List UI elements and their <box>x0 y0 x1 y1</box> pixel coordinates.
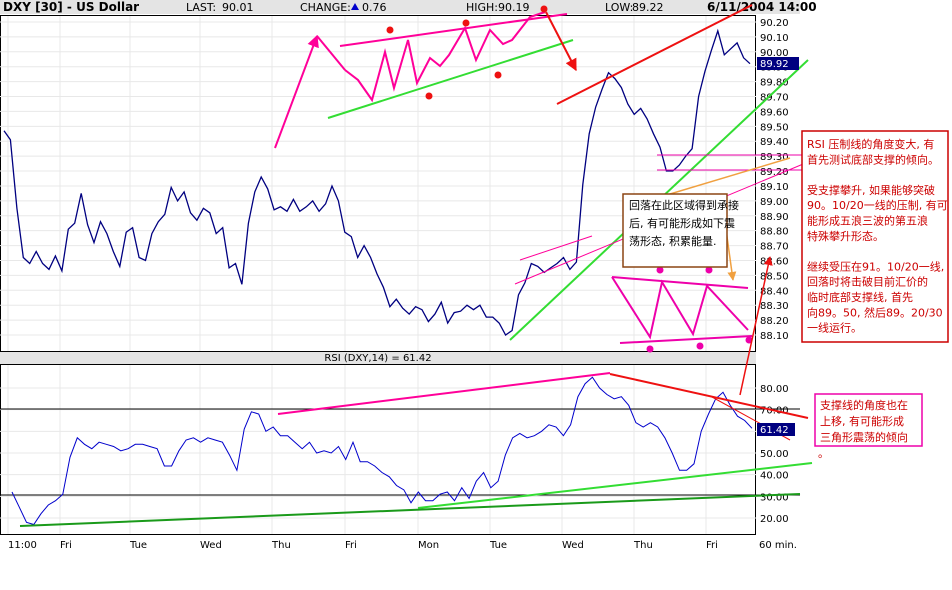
rsi-tick-label: 80.00 <box>760 384 789 395</box>
note-rsi: 支撑线的角度也在 上移, 有可能形成 三角形震荡的倾向 <box>814 393 923 447</box>
svg-text:89.92: 89.92 <box>760 59 789 70</box>
note-right: RSI 压制线的角度变大, 有首先测试底部支撑的倾向。受支撑攀升, 如果能够突破… <box>801 130 949 343</box>
magenta-dot <box>696 342 704 350</box>
header-high-value: 90.19 <box>498 1 530 14</box>
header-low-value: 89.22 <box>632 1 664 14</box>
svg-text:后, 有可能形成如下震: 后, 有可能形成如下震 <box>629 216 735 230</box>
x-tick-label: Fri <box>60 540 72 551</box>
price-current-tag: 89.92 <box>757 57 799 70</box>
price-tick-label: 88.90 <box>760 212 789 223</box>
price-tick-label: 89.00 <box>760 197 789 208</box>
note-center: 回落在此区域得到承接 后, 有可能形成如下震 荡形态, 积累能量. <box>622 193 739 268</box>
price-tick-label: 88.80 <box>760 227 789 238</box>
rsi-current-tag: 61.42 <box>757 423 795 436</box>
x-axis: 11:00 Fri Tue Wed Thu Fri Mon Tue Wed Thu Fri 60 mi… <box>8 540 797 551</box>
price-tick-label: 88.70 <box>760 242 789 253</box>
x-tick-label: Thu <box>633 540 653 551</box>
svg-text:支撑线的角度也在: 支撑线的角度也在 <box>820 398 908 412</box>
svg-text:回落在此区域得到承接: 回落在此区域得到承接 <box>629 199 739 212</box>
note-right-line: 向89。50, 然后89。20/30 <box>807 305 943 319</box>
price-tick-label: 89.60 <box>760 107 789 118</box>
dxy-chart: DXY [30] - US Dollar LAST: 90.01 CHANGE:… <box>0 0 949 551</box>
red-dot <box>386 26 394 34</box>
header-datetime: 6/11/2004 14:00 <box>707 0 817 14</box>
magenta-dot <box>646 345 654 353</box>
note-right-line: 受支撑攀升, 如果能够突破 <box>807 183 935 197</box>
svg-text:上移, 有可能形成: 上移, 有可能形成 <box>820 414 904 428</box>
price-tick-label: 88.10 <box>760 331 789 342</box>
note-dot: 。 <box>818 447 829 460</box>
note-right-line: 90。10/20一线的压制, 有可 <box>807 198 948 212</box>
x-tick-label: Thu <box>271 540 291 551</box>
x-tick-label: Fri <box>706 540 718 551</box>
note-right-line: 临时底部支撑线, 首先 <box>807 290 913 304</box>
rsi-tick-label: 40.00 <box>760 471 789 482</box>
rsi-panel <box>0 364 756 535</box>
price-tick-label: 88.20 <box>760 316 789 327</box>
note-right-line: RSI 压制线的角度变大, 有 <box>807 137 934 151</box>
price-tick-label: 88.30 <box>760 301 789 312</box>
x-tick-label: Wed <box>200 540 222 551</box>
price-tick-label: 88.40 <box>760 286 789 297</box>
red-dot <box>494 71 502 79</box>
price-tick-label: 89.50 <box>760 122 789 133</box>
rsi-title: RSI (DXY,14) = 61.42 <box>324 353 431 364</box>
rsi-y-axis: 80.0070.0060.0050.0040.0030.0020.00 <box>760 384 789 525</box>
price-tick-label: 88.60 <box>760 256 789 267</box>
price-tick-label: 90.10 <box>760 33 789 44</box>
x-tick-label: Wed <box>562 540 584 551</box>
header-change-value: 0.76 <box>362 1 387 14</box>
price-tick-label: 90.20 <box>760 18 789 29</box>
note-right-line: 特殊攀升形态。 <box>807 229 884 243</box>
price-tick-label: 89.10 <box>760 182 789 193</box>
svg-text:荡形态, 积累能量.: 荡形态, 积累能量. <box>629 234 717 248</box>
red-dot <box>462 19 470 27</box>
rsi-tick-label: 50.00 <box>760 449 789 460</box>
x-tick-label: 11:00 <box>8 540 37 551</box>
note-right-line: 首先测试底部支撑的倾向。 <box>807 152 939 166</box>
rsi-tick-label: 20.00 <box>760 514 789 525</box>
header-high-label: HIGH: <box>466 1 498 14</box>
header-change-label: CHANGE: <box>300 1 351 14</box>
header-last-label: LAST: <box>186 1 216 14</box>
red-dot <box>425 92 433 100</box>
price-panel <box>0 15 756 352</box>
header-last-value: 90.01 <box>222 1 254 14</box>
header-symbol: DXY [30] - US Dollar <box>3 0 139 14</box>
svg-text:61.42: 61.42 <box>760 425 789 436</box>
svg-text:三角形震荡的倾向: 三角形震荡的倾向 <box>820 430 908 444</box>
price-tick-label: 89.30 <box>760 152 789 163</box>
header-low-label: LOW: <box>605 1 633 14</box>
x-tick-label: Mon <box>418 540 439 551</box>
x-tick-label: Tue <box>489 540 507 551</box>
price-tick-label: 89.40 <box>760 137 789 148</box>
note-right-line: 能形成五浪三波的第五浪 <box>807 214 928 228</box>
note-right-line: 回落时将击破目前汇价的 <box>807 275 928 289</box>
red-dot <box>540 5 548 13</box>
note-right-line: 继续受压在91。10/20一线, <box>807 259 944 273</box>
x-interval-label: 60 min. <box>759 540 797 551</box>
x-tick-label: Fri <box>345 540 357 551</box>
note-right-line: 一线运行。 <box>807 321 862 335</box>
x-tick-label: Tue <box>129 540 147 551</box>
